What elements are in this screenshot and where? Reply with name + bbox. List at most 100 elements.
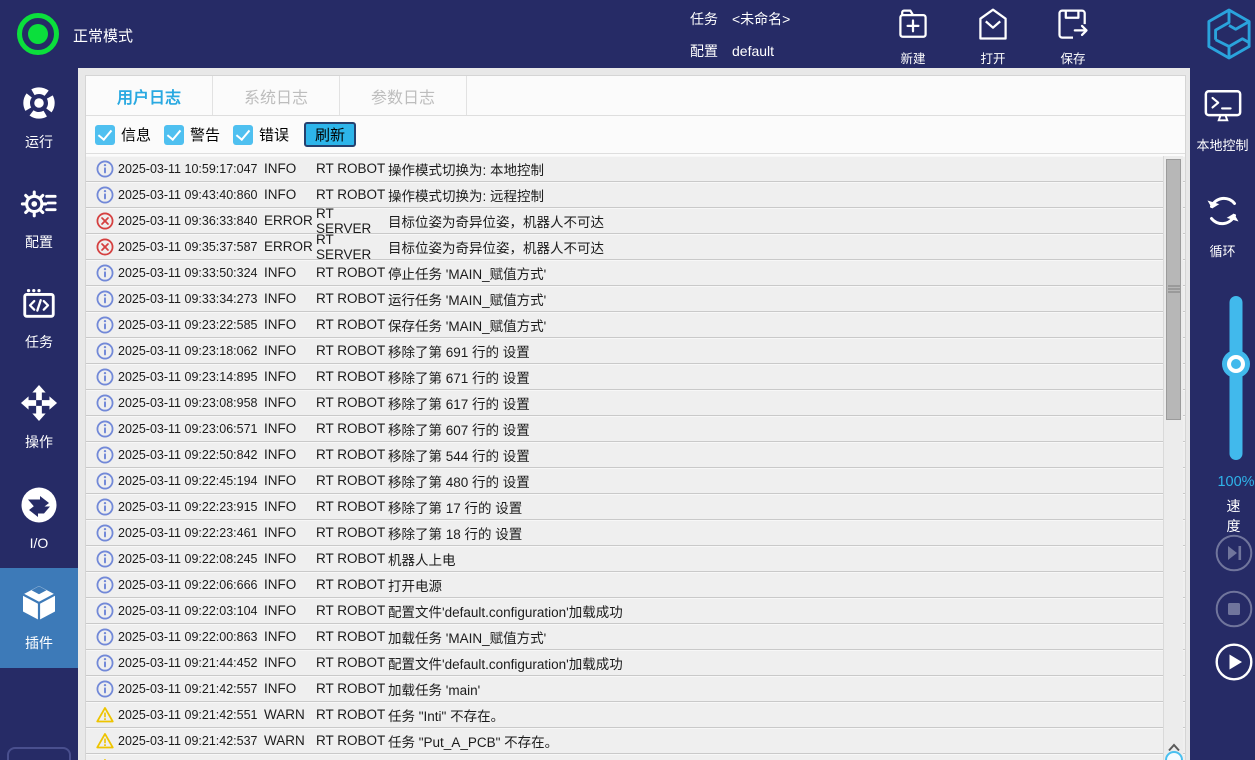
log-level: INFO (264, 525, 316, 540)
scroll-bottom-badge-icon[interactable] (1165, 751, 1183, 760)
log-scrollbar[interactable] (1163, 156, 1183, 760)
log-time: 2025-03-11 09:22:50:842 (118, 448, 264, 462)
stop-button[interactable] (1215, 590, 1253, 628)
log-row[interactable]: 2025-03-11 09:23:18:062 INFO RT ROBOT 移除… (86, 338, 1185, 364)
log-row[interactable]: 2025-03-11 09:22:03:104 INFO RT ROBOT 配置… (86, 598, 1185, 624)
tab-user-log[interactable]: 用户日志 (86, 76, 213, 115)
config-label: 配置 (690, 43, 718, 59)
log-time: 2025-03-11 09:33:50:324 (118, 266, 264, 280)
new-button[interactable]: 新建 (880, 6, 946, 67)
log-source: RT ROBOT (316, 499, 388, 514)
log-level: ERROR (264, 239, 316, 254)
log-source: RT ROBOT (316, 551, 388, 566)
log-row[interactable]: 2025-03-11 09:22:50:842 INFO RT ROBOT 移除… (86, 442, 1185, 468)
log-level: INFO (264, 369, 316, 384)
refresh-button[interactable]: 刷新 (304, 122, 356, 147)
log-row[interactable]: 2025-03-11 09:21:42:557 INFO RT ROBOT 加载… (86, 676, 1185, 702)
log-message: 任务 "Inti" 不存在。 (388, 705, 1157, 725)
sidebar-item-config[interactable]: 配置 (0, 168, 78, 268)
log-time: 2025-03-11 09:22:03:104 (118, 604, 264, 618)
log-level: INFO (264, 187, 316, 202)
tab-system-log[interactable]: 系统日志 (213, 76, 340, 115)
sidebar-bottom-button-partial[interactable] (7, 747, 71, 760)
plugin-cube-icon (19, 583, 59, 626)
log-row[interactable]: 2025-03-11 09:23:22:585 INFO RT ROBOT 保存… (86, 312, 1185, 338)
sidebar-item-label: 任务 (25, 332, 53, 352)
scrollbar-thumb[interactable] (1166, 159, 1181, 420)
info-icon (96, 602, 114, 620)
log-row[interactable]: 2025-03-11 09:21:44:452 INFO RT ROBOT 配置… (86, 650, 1185, 676)
log-row[interactable]: 2025-03-11 09:23:08:958 INFO RT ROBOT 移除… (86, 390, 1185, 416)
sidebar-item-plugin[interactable]: 插件 (0, 568, 78, 668)
sidebar-item-run[interactable]: 运行 (0, 68, 78, 168)
log-source: RT ROBOT (316, 343, 388, 358)
log-row[interactable]: 2025-03-11 09:22:06:666 INFO RT ROBOT 打开… (86, 572, 1185, 598)
log-message: 移除了第 480 行的 设置 (388, 471, 1157, 491)
tab-param-log[interactable]: 参数日志 (340, 76, 467, 115)
log-row[interactable]: 2025-03-11 09:33:34:273 INFO RT ROBOT 运行… (86, 286, 1185, 312)
log-source: RT ROBOT (316, 707, 388, 722)
log-filterbar: 信息 警告 错误 刷新 (86, 116, 1185, 154)
log-time: 2025-03-11 09:35:37:587 (118, 240, 264, 254)
log-row[interactable] (86, 754, 1185, 760)
sidebar-item-operate[interactable]: 操作 (0, 368, 78, 468)
warn-checkbox[interactable] (164, 125, 184, 145)
log-row[interactable]: 2025-03-11 09:22:45:194 INFO RT ROBOT 移除… (86, 468, 1185, 494)
sidebar-item-io[interactable]: I/O (0, 468, 78, 568)
log-row[interactable]: 2025-03-11 09:22:08:245 INFO RT ROBOT 机器… (86, 546, 1185, 572)
info-icon (96, 264, 114, 282)
speed-slider-thumb[interactable] (1227, 355, 1245, 373)
log-time: 2025-03-11 09:22:23:915 (118, 500, 264, 514)
filter-error: 错误 (233, 124, 289, 145)
log-level: INFO (264, 603, 316, 618)
log-row[interactable]: 2025-03-11 09:36:33:840 ERROR RT SERVER … (86, 208, 1185, 234)
log-source: RT SERVER (316, 232, 388, 262)
info-icon (96, 186, 114, 204)
speed-label: 速度 (1227, 496, 1246, 536)
log-row[interactable]: 2025-03-11 09:35:37:587 ERROR RT SERVER … (86, 234, 1185, 260)
log-row[interactable]: 2025-03-11 09:22:23:461 INFO RT ROBOT 移除… (86, 520, 1185, 546)
mode-label: 正常模式 (73, 25, 133, 46)
play-button[interactable] (1215, 643, 1253, 681)
right-sidebar: 本地控制 循环 100% 速度 (1190, 68, 1255, 760)
local-control-button[interactable]: 本地控制 (1190, 89, 1255, 154)
warn-icon (96, 732, 114, 750)
task-label: 任务 (690, 11, 718, 27)
log-source: RT ROBOT (316, 369, 388, 384)
info-icon (96, 420, 114, 438)
info-icon (96, 628, 114, 646)
step-button[interactable] (1215, 534, 1253, 572)
log-row[interactable]: 2025-03-11 09:21:42:537 WARN RT ROBOT 任务… (86, 728, 1185, 754)
log-time: 2025-03-11 09:23:18:062 (118, 344, 264, 358)
io-icon (19, 485, 59, 528)
save-file-icon (1055, 6, 1091, 47)
status-normal-icon (17, 13, 59, 55)
log-source: RT ROBOT (316, 603, 388, 618)
sidebar-item-label: 操作 (25, 432, 53, 452)
open-button[interactable]: 打开 (960, 6, 1026, 67)
step-forward-icon (1215, 534, 1253, 572)
speed-slider-track[interactable] (1230, 296, 1243, 460)
chevron-up-icon[interactable] (1167, 739, 1181, 748)
save-button[interactable]: 保存 (1040, 6, 1106, 67)
log-level: INFO (264, 577, 316, 592)
log-row[interactable]: 2025-03-11 09:43:40:860 INFO RT ROBOT 操作… (86, 182, 1185, 208)
log-row[interactable]: 2025-03-11 09:23:14:895 INFO RT ROBOT 移除… (86, 364, 1185, 390)
log-message: 加载任务 'main' (388, 679, 1157, 699)
log-row[interactable]: 2025-03-11 10:59:17:047 INFO RT ROBOT 操作… (86, 156, 1185, 182)
info-checkbox[interactable] (95, 125, 115, 145)
log-row[interactable]: 2025-03-11 09:22:23:915 INFO RT ROBOT 移除… (86, 494, 1185, 520)
log-message: 操作模式切换为: 本地控制 (388, 159, 1157, 179)
log-row[interactable]: 2025-03-11 09:21:42:551 WARN RT ROBOT 任务… (86, 702, 1185, 728)
log-row[interactable]: 2025-03-11 09:33:50:324 INFO RT ROBOT 停止… (86, 260, 1185, 286)
log-row[interactable]: 2025-03-11 09:23:06:571 INFO RT ROBOT 移除… (86, 416, 1185, 442)
sidebar-item-label: 插件 (25, 633, 53, 653)
log-message: 加载任务 'MAIN_赋值方式' (388, 627, 1157, 647)
sidebar-item-label: I/O (30, 535, 49, 551)
log-message: 移除了第 607 行的 设置 (388, 419, 1157, 439)
log-row[interactable]: 2025-03-11 09:22:00:863 INFO RT ROBOT 加载… (86, 624, 1185, 650)
sidebar-item-task[interactable]: 任务 (0, 268, 78, 368)
error-checkbox[interactable] (233, 125, 253, 145)
log-message: 打开电源 (388, 575, 1157, 595)
loop-button[interactable]: 循环 (1190, 191, 1255, 260)
